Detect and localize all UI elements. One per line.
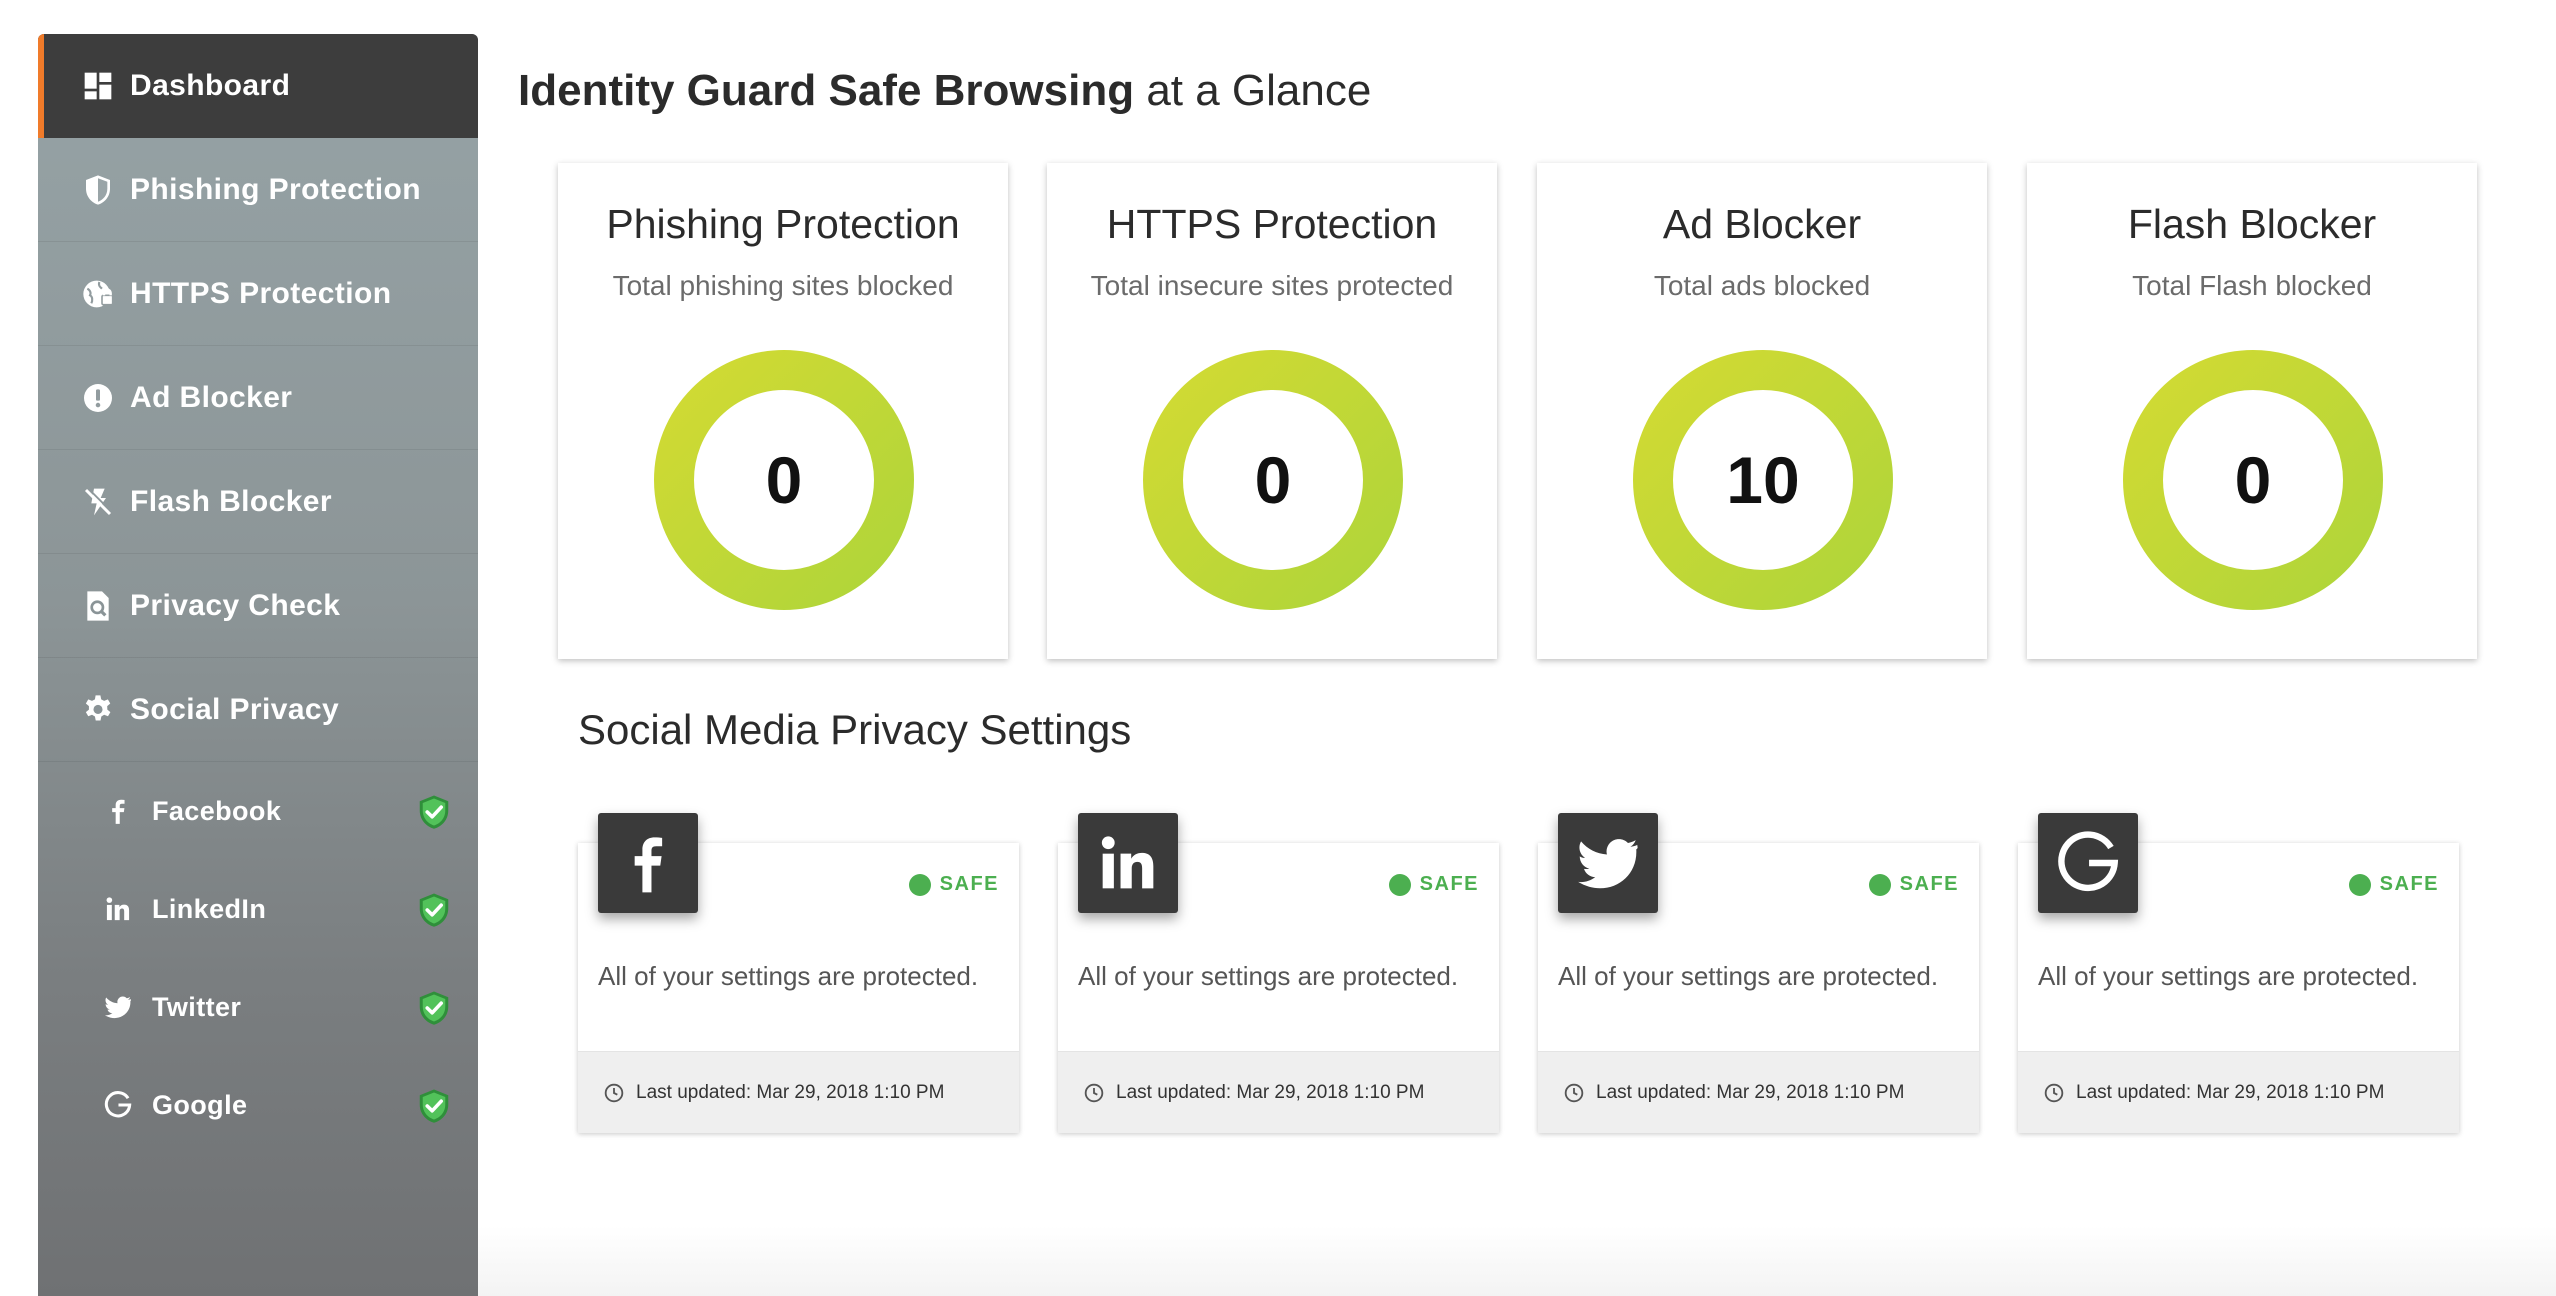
sidebar-item-label: Social Privacy (130, 692, 340, 726)
social-card-footer: Last updated: Mar 29, 2018 1:10 PM (578, 1051, 1019, 1133)
sidebar-subitem-facebook[interactable]: Facebook (38, 762, 478, 860)
stat-card-subtitle: Total insecure sites protected (1090, 270, 1454, 301)
sidebar-subitem-google[interactable]: Google (38, 1056, 478, 1154)
clock-icon (1564, 1083, 1584, 1102)
dashboard-icon (80, 68, 116, 104)
social-card-message: All of your settings are protected. (598, 961, 979, 991)
shield-check-icon (419, 893, 449, 927)
flash-off-icon (80, 484, 116, 520)
clock-icon (604, 1083, 624, 1102)
linkedin-icon (1078, 813, 1178, 913)
twitter-icon (102, 991, 134, 1023)
clock-icon (1084, 1083, 1104, 1102)
facebook-icon (102, 795, 134, 827)
stat-card-subtitle: Total phishing sites blocked (612, 270, 954, 301)
sidebar-item-phishing-protection[interactable]: Phishing Protection (38, 138, 478, 242)
sidebar-item-social-privacy[interactable]: Social Privacy (38, 658, 478, 762)
sidebar-item-privacy-check[interactable]: Privacy Check (38, 554, 478, 658)
status-dot (1388, 873, 1411, 896)
page-bottom-shade (478, 1226, 2556, 1296)
sidebar-item-label: HTTPS Protection (130, 276, 392, 310)
donut-chart: 10 (1632, 349, 1894, 611)
social-card-twitter[interactable]: SAFE All of your settings are protected.… (1538, 813, 1979, 1133)
last-updated: Last updated: Mar 29, 2018 1:10 PM (636, 1081, 945, 1103)
status-dot (1868, 873, 1891, 896)
stat-card-ad-blocker: Ad Blocker Total ads blocked 10 (1537, 163, 1987, 659)
sidebar-subitem-label: Google (152, 1089, 248, 1120)
status-badge: SAFE (1388, 873, 1479, 896)
sidebar-item-label: Dashboard (130, 69, 291, 102)
social-card-facebook[interactable]: SAFE All of your settings are protected.… (578, 813, 1019, 1133)
stat-card-https-protection: HTTPS Protection Total insecure sites pr… (1047, 163, 1497, 659)
sidebar-subitem-linkedin[interactable]: LinkedIn (38, 860, 478, 958)
linkedin-icon (102, 893, 134, 925)
globe-lock-icon (80, 276, 116, 312)
sidebar-item-ad-blocker[interactable]: Ad Blocker (38, 346, 478, 450)
stat-card-value: 10 (1726, 443, 1800, 517)
sidebar-item-label: Phishing Protection (130, 172, 421, 206)
shield-icon (80, 172, 116, 208)
stat-card-value: 0 (1254, 443, 1292, 517)
sidebar-subitem-label: Twitter (152, 991, 242, 1022)
donut-chart: 0 (1142, 349, 1404, 611)
stat-card-title: HTTPS Protection (1106, 201, 1438, 247)
sidebar-item-flash-blocker[interactable]: Flash Blocker (38, 450, 478, 554)
status-badge: SAFE (2348, 873, 2439, 896)
sidebar-subitem-label: LinkedIn (152, 893, 267, 924)
stat-card-value: 0 (765, 443, 803, 517)
status-dot (908, 873, 931, 896)
sidebar: Dashboard Phishing Protection HTTPS Prot… (38, 34, 478, 1296)
google-icon (2038, 813, 2138, 913)
sidebar-item-https-protection[interactable]: HTTPS Protection (38, 242, 478, 346)
social-card-message: All of your settings are protected. (2038, 961, 2419, 991)
document-search-icon (80, 588, 116, 624)
sidebar-subitem-twitter[interactable]: Twitter (38, 958, 478, 1056)
facebook-icon (598, 813, 698, 913)
stat-card-value: 0 (2234, 443, 2272, 517)
shield-check-icon (419, 795, 449, 829)
social-card-message: All of your settings are protected. (1558, 961, 1939, 991)
status-label: SAFE (939, 873, 999, 895)
stat-card-phishing-protection: Phishing Protection Total phishing sites… (558, 163, 1008, 659)
shield-check-icon (419, 1089, 449, 1123)
social-card-footer: Last updated: Mar 29, 2018 1:10 PM (1538, 1051, 1979, 1133)
status-dot (2348, 873, 2371, 896)
sidebar-item-label: Privacy Check (130, 588, 341, 622)
page-title-bold: Identity Guard Safe Browsing (518, 66, 1135, 115)
status-badge: SAFE (908, 873, 999, 896)
page-title-rest: at a Glance (1134, 66, 1372, 115)
page-title: Identity Guard Safe Browsing at a Glance (518, 66, 1371, 116)
stat-card-subtitle: Total ads blocked (1653, 270, 1871, 301)
sidebar-item-dashboard[interactable]: Dashboard (38, 34, 478, 138)
social-card-message: All of your settings are protected. (1078, 961, 1459, 991)
stat-card-flash-blocker: Flash Blocker Total Flash blocked 0 (2027, 163, 2477, 659)
social-card-google[interactable]: SAFE All of your settings are protected.… (2018, 813, 2459, 1133)
social-card-linkedin[interactable]: SAFE All of your settings are protected.… (1058, 813, 1499, 1133)
sidebar-item-label: Ad Blocker (130, 380, 293, 414)
stat-card-title: Flash Blocker (2127, 201, 2377, 247)
social-card-footer: Last updated: Mar 29, 2018 1:10 PM (1058, 1051, 1499, 1133)
stat-card-subtitle: Total Flash blocked (2132, 270, 2372, 301)
sidebar-item-label: Flash Blocker (130, 484, 332, 518)
last-updated: Last updated: Mar 29, 2018 1:10 PM (2076, 1081, 2385, 1103)
sidebar-subitem-label: Facebook (152, 795, 282, 826)
section-title: Social Media Privacy Settings (578, 706, 1132, 753)
status-label: SAFE (1419, 873, 1479, 895)
status-label: SAFE (2379, 873, 2439, 895)
donut-chart: 0 (653, 349, 915, 611)
gear-icon (80, 692, 116, 728)
last-updated: Last updated: Mar 29, 2018 1:10 PM (1116, 1081, 1425, 1103)
stat-card-title: Ad Blocker (1662, 201, 1862, 247)
donut-chart: 0 (2122, 349, 2384, 611)
twitter-icon (1558, 813, 1658, 913)
stat-card-title: Phishing Protection (606, 201, 960, 247)
shield-check-icon (419, 991, 449, 1025)
clock-icon (2044, 1083, 2064, 1102)
alert-circle-icon (80, 380, 116, 416)
status-label: SAFE (1899, 873, 1959, 895)
last-updated: Last updated: Mar 29, 2018 1:10 PM (1596, 1081, 1905, 1103)
social-card-footer: Last updated: Mar 29, 2018 1:10 PM (2018, 1051, 2459, 1133)
google-icon (102, 1089, 134, 1121)
status-badge: SAFE (1868, 873, 1959, 896)
